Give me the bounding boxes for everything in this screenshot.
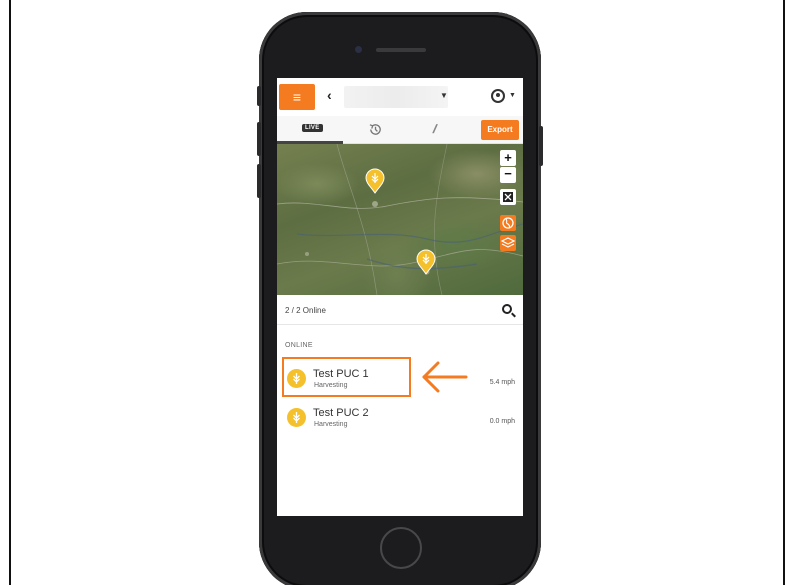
view-tabs: LIVE /// Export <box>277 116 523 144</box>
online-count-bar: 2 / 2 Online <box>277 295 523 325</box>
left-border <box>9 0 11 585</box>
zoom-in-button[interactable]: + <box>500 150 516 166</box>
globe-button[interactable] <box>500 215 516 231</box>
highlight-box <box>282 357 411 397</box>
search-icon[interactable] <box>502 304 512 314</box>
machine-speed: 5.4 mph <box>489 379 515 386</box>
pattern-icon: /// <box>431 122 436 136</box>
volume-down-button <box>257 164 261 198</box>
fullscreen-button[interactable] <box>500 189 516 205</box>
machine-name: Test PUC 2 <box>313 407 369 419</box>
right-border <box>783 0 785 585</box>
history-icon <box>369 124 381 135</box>
chevron-down-icon[interactable]: ▼ <box>509 92 516 99</box>
wheat-icon <box>287 408 306 427</box>
export-button[interactable]: Export <box>481 120 519 140</box>
earpiece-speaker <box>376 48 426 52</box>
user-icon[interactable] <box>491 89 505 103</box>
live-badge: LIVE <box>302 124 323 132</box>
power-button <box>539 126 543 166</box>
satellite-map[interactable]: + − <box>277 144 523 295</box>
home-button[interactable] <box>380 527 422 569</box>
tab-history[interactable] <box>343 116 409 144</box>
machine-status: Harvesting <box>314 421 348 428</box>
machine-speed: 0.0 mph <box>489 418 515 425</box>
machine-pin-1[interactable] <box>365 168 385 194</box>
front-camera <box>355 46 362 53</box>
section-title: ONLINE <box>285 342 313 349</box>
menu-button[interactable]: ≡ <box>279 84 315 110</box>
phone-screen: ≡ ‹ ▼ ▼ LIVE /// Export + − 2 / 2 Online… <box>277 78 523 516</box>
farm-select[interactable] <box>344 86 448 108</box>
tab-live[interactable]: LIVE <box>277 116 343 144</box>
machine-pin-2[interactable] <box>416 249 436 275</box>
volume-up-button <box>257 122 261 156</box>
mute-switch <box>257 86 261 106</box>
online-count: 2 / 2 Online <box>285 306 326 315</box>
layers-button[interactable] <box>500 235 516 251</box>
fullscreen-icon <box>503 192 513 202</box>
zoom-out-button[interactable]: − <box>500 167 516 183</box>
globe-icon <box>502 217 514 229</box>
map-roads <box>277 144 523 295</box>
app-header: ≡ ‹ ▼ ▼ <box>277 78 523 116</box>
hamburger-icon: ≡ <box>292 89 302 105</box>
machine-list-item[interactable]: Test PUC 2 Harvesting 0.0 mph <box>277 399 523 435</box>
back-button[interactable]: ‹ <box>327 87 332 103</box>
tab-coverage[interactable]: /// <box>409 116 475 144</box>
arrow-left-icon <box>422 361 468 393</box>
chevron-down-icon[interactable]: ▼ <box>440 91 448 100</box>
layers-icon <box>500 237 516 248</box>
